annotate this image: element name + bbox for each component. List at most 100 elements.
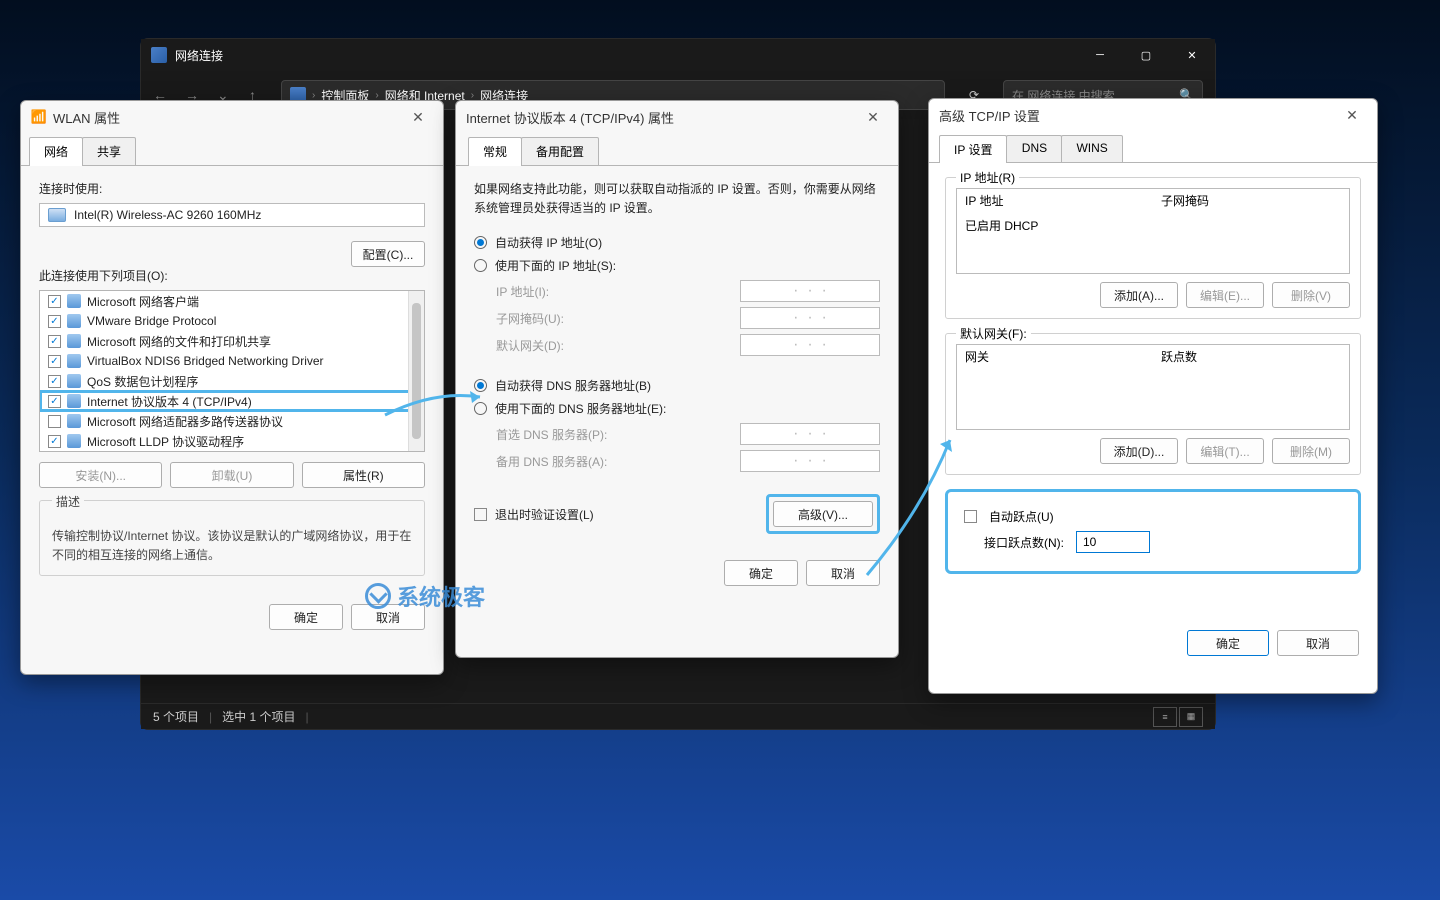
window-controls: ─ ▢ ✕ — [1077, 39, 1215, 71]
radio-manual-ip[interactable]: 使用下面的 IP 地址(S): — [474, 257, 880, 274]
tab-ip-settings[interactable]: IP 设置 — [939, 135, 1007, 163]
status-items-count: 5 个项目 — [153, 708, 199, 725]
protocol-label: VMware Bridge Protocol — [87, 314, 216, 328]
adapter-icon — [48, 208, 66, 222]
checkbox-icon[interactable]: ✓ — [48, 295, 61, 308]
checkbox-icon[interactable] — [48, 415, 61, 428]
protocol-icon — [67, 414, 81, 428]
auto-metric-checkbox[interactable]: 自动跃点(U) — [964, 508, 1342, 525]
tab-general[interactable]: 常规 — [468, 137, 522, 166]
configure-button[interactable]: 配置(C)... — [351, 241, 425, 267]
metric-group-highlight: 自动跃点(U) 接口跃点数(N): — [945, 489, 1361, 574]
protocol-item[interactable]: Microsoft 网络适配器多路传送器协议 — [40, 411, 424, 431]
install-button[interactable]: 安装(N)... — [39, 462, 162, 488]
radio-auto-dns[interactable]: 自动获得 DNS 服务器地址(B) — [474, 377, 880, 394]
ip-table[interactable]: IP 地址 子网掩码 已启用 DHCP — [956, 188, 1350, 274]
add-gw-button[interactable]: 添加(D)... — [1100, 438, 1178, 464]
close-button[interactable]: ✕ — [858, 109, 888, 126]
protocol-item[interactable]: ✓Internet 协议版本 4 (TCP/IPv4) — [40, 391, 424, 411]
protocols-listbox[interactable]: ✓Microsoft 网络客户端✓VMware Bridge Protocol✓… — [39, 290, 425, 452]
cancel-button[interactable]: 取消 — [1277, 630, 1359, 656]
adv-tabs: IP 设置 DNS WINS — [929, 135, 1377, 163]
chevron-right-icon: › — [471, 90, 474, 101]
protocol-item[interactable]: ✓Microsoft LLDP 协议驱动程序 — [40, 431, 424, 451]
checkbox-icon[interactable]: ✓ — [48, 435, 61, 448]
tab-network[interactable]: 网络 — [29, 137, 83, 166]
subnet-label: 子网掩码(U): — [496, 310, 740, 327]
status-selected-count: 选中 1 个项目 — [222, 708, 295, 725]
checkbox-icon[interactable]: ✓ — [48, 395, 61, 408]
adv-title: 高级 TCP/IP 设置 — [939, 106, 1040, 125]
col-gw-header: 网关 — [957, 345, 1153, 369]
dhcp-row: 已启用 DHCP — [957, 213, 1349, 238]
uninstall-button[interactable]: 卸载(U) — [170, 462, 293, 488]
delete-gw-button[interactable]: 删除(M) — [1272, 438, 1350, 464]
protocol-item[interactable]: ✓ VirtualBox NDIS6 Bridged Networking Dri… — [40, 351, 424, 371]
ok-button[interactable]: 确定 — [269, 604, 343, 630]
protocol-icon — [67, 314, 81, 328]
radio-icon — [474, 379, 487, 392]
protocol-item[interactable]: ✓ VMware Bridge Protocol — [40, 311, 424, 331]
ok-button[interactable]: 确定 — [1187, 630, 1269, 656]
checkbox-icon[interactable]: ✓ — [48, 315, 61, 328]
view-icons-button[interactable]: ▦ — [1179, 707, 1203, 727]
advanced-button[interactable]: 高级(V)... — [773, 501, 873, 527]
radio-auto-ip[interactable]: 自动获得 IP 地址(O) — [474, 234, 880, 251]
close-button[interactable]: ✕ — [403, 109, 433, 126]
gw-group-legend: 默认网关(F): — [956, 325, 1031, 342]
radio-icon — [474, 402, 487, 415]
tab-alternate[interactable]: 备用配置 — [521, 137, 599, 166]
radio-manual-dns[interactable]: 使用下面的 DNS 服务器地址(E): — [474, 400, 880, 417]
protocol-item[interactable]: ✓ Microsoft 网络客户端 — [40, 291, 424, 311]
tab-dns[interactable]: DNS — [1006, 135, 1062, 163]
scrollbar-thumb[interactable] — [412, 303, 421, 439]
dns2-input: · · · — [740, 450, 880, 472]
minimize-button[interactable]: ─ — [1077, 39, 1123, 71]
edit-gw-button[interactable]: 编辑(T)... — [1186, 438, 1264, 464]
protocol-label: Microsoft 网络的文件和打印机共享 — [87, 333, 271, 350]
close-button[interactable]: ✕ — [1169, 39, 1215, 71]
status-bar: 5 个项目 | 选中 1 个项目 | ≡ ▦ — [141, 703, 1215, 729]
interface-metric-input[interactable] — [1076, 531, 1150, 553]
tcpip-body: 如果网络支持此功能，则可以获取自动指派的 IP 设置。否则，你需要从网络系统管理… — [456, 166, 898, 600]
interface-metric-label: 接口跃点数(N): — [984, 534, 1064, 551]
properties-button[interactable]: 属性(R) — [302, 462, 425, 488]
maximize-button[interactable]: ▢ — [1123, 39, 1169, 71]
scrollbar[interactable] — [408, 291, 424, 451]
ip-addresses-group: IP 地址(R) IP 地址 子网掩码 已启用 DHCP 添加(A)... 编辑… — [945, 177, 1361, 319]
protocol-label: Microsoft 网络客户端 — [87, 293, 199, 310]
checkbox-icon[interactable]: ✓ — [48, 355, 61, 368]
network-connections-icon — [151, 47, 167, 63]
subnet-input: · · · — [740, 307, 880, 329]
protocol-item[interactable]: ✓ Microsoft 网络的文件和打印机共享 — [40, 331, 424, 351]
validate-checkbox[interactable]: 退出时验证设置(L) — [474, 506, 594, 523]
protocol-item[interactable]: ✓QoS 数据包计划程序 — [40, 371, 424, 391]
wlan-body: 连接时使用: Intel(R) Wireless-AC 9260 160MHz … — [21, 166, 443, 644]
gateways-group: 默认网关(F): 网关 跃点数 添加(D)... 编辑(T)... 删除(M) — [945, 333, 1361, 475]
ok-button[interactable]: 确定 — [724, 560, 798, 586]
close-button[interactable]: ✕ — [1337, 107, 1367, 124]
col-mask-header: 子网掩码 — [1153, 189, 1349, 213]
radio-icon — [474, 259, 487, 272]
add-ip-button[interactable]: 添加(A)... — [1100, 282, 1178, 308]
tcpip-tabs: 常规 备用配置 — [456, 137, 898, 166]
cancel-button[interactable]: 取消 — [806, 560, 880, 586]
advanced-button-highlight: 高级(V)... — [766, 494, 880, 534]
checkbox-icon — [964, 510, 977, 523]
checkbox-icon[interactable]: ✓ — [48, 335, 61, 348]
protocol-icon — [67, 354, 81, 368]
ip-address-label: IP 地址(I): — [496, 283, 740, 300]
protocol-label: VirtualBox NDIS6 Bridged Networking Driv… — [87, 354, 324, 368]
gateway-table[interactable]: 网关 跃点数 — [956, 344, 1350, 430]
checkbox-icon[interactable]: ✓ — [48, 375, 61, 388]
wlan-tabs: 网络 共享 — [21, 137, 443, 166]
delete-ip-button[interactable]: 删除(V) — [1272, 282, 1350, 308]
view-details-button[interactable]: ≡ — [1153, 707, 1177, 727]
protocol-icon — [67, 434, 81, 448]
tab-wins[interactable]: WINS — [1061, 135, 1122, 163]
radio-icon — [474, 236, 487, 249]
adapter-name: Intel(R) Wireless-AC 9260 160MHz — [74, 208, 261, 222]
tab-share[interactable]: 共享 — [82, 137, 136, 166]
edit-ip-button[interactable]: 编辑(E)... — [1186, 282, 1264, 308]
protocol-icon — [67, 294, 81, 308]
